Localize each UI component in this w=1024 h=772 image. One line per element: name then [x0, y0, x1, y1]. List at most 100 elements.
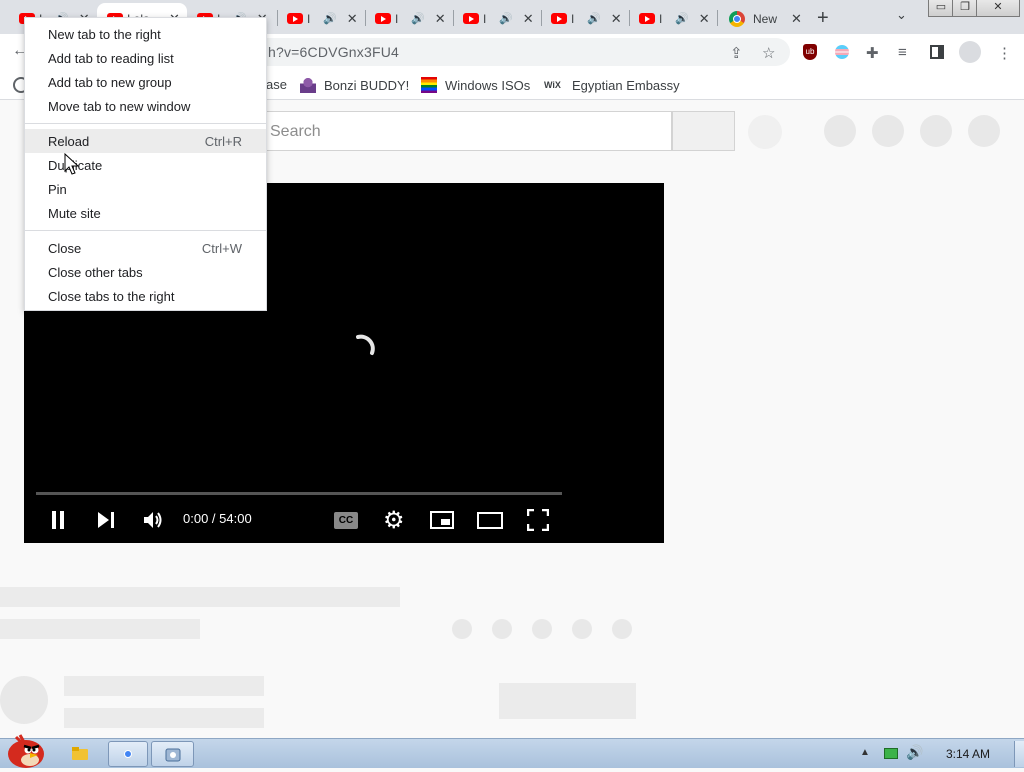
captions-icon[interactable]: CC	[334, 512, 358, 529]
next-video-icon[interactable]	[96, 510, 116, 530]
taskbar: ▲ 🔊 3:14 AM	[0, 734, 1024, 768]
menu-item-close-others[interactable]: Close other tabs	[25, 260, 266, 284]
tab-8[interactable]: I 🔊 ✕	[629, 3, 717, 34]
tab-context-menu: New tab to the right Add tab to reading …	[24, 17, 267, 311]
colorful-extension-icon[interactable]	[835, 45, 849, 59]
tab-5[interactable]: I 🔊 ✕	[365, 3, 453, 34]
tab-title: I	[307, 11, 311, 26]
subscribe-placeholder	[499, 683, 636, 719]
settings-gear-icon[interactable]: ⚙	[383, 506, 405, 535]
youtube-icon	[551, 13, 567, 24]
volume-tray-icon[interactable]: 🔊	[906, 744, 923, 761]
menu-icon[interactable]: ⋮	[997, 44, 1012, 62]
tab-title: I	[659, 11, 663, 26]
show-desktop-button[interactable]	[1014, 741, 1024, 767]
show-hidden-icons-icon[interactable]: ▲	[860, 747, 870, 758]
ublock-icon[interactable]: ub	[803, 44, 817, 60]
theater-mode-icon[interactable]	[477, 512, 503, 529]
address-bar-url[interactable]: h?v=6CDVGnx3FU4	[268, 44, 399, 60]
shortcut-label: Ctrl+W	[201, 241, 242, 256]
rainbow-icon	[421, 77, 437, 93]
close-tab-icon[interactable]: ✕	[435, 11, 446, 27]
tab-7[interactable]: I 🔊 ✕	[541, 3, 629, 34]
bookmark-windows-isos[interactable]: Windows ISOs	[421, 77, 530, 93]
tab-title: I	[483, 11, 487, 26]
tab-title: New	[753, 11, 778, 26]
placeholder-dot	[452, 619, 472, 639]
minimize-button[interactable]: ▭	[928, 0, 954, 17]
restore-button[interactable]: ❐	[952, 0, 978, 17]
miniplayer-icon[interactable]	[430, 511, 454, 529]
close-tab-icon[interactable]: ✕	[347, 11, 358, 27]
tab-title: I	[395, 11, 399, 26]
volume-icon[interactable]	[142, 509, 164, 531]
youtube-icon	[287, 13, 303, 24]
profile-icon[interactable]	[959, 41, 981, 63]
pause-icon[interactable]	[60, 511, 64, 529]
star-icon[interactable]: ☆	[762, 44, 775, 62]
placeholder-dot	[492, 619, 512, 639]
network-icon[interactable]	[884, 748, 898, 759]
video-progress-bar[interactable]	[36, 492, 562, 495]
side-panel-icon[interactable]	[930, 45, 944, 59]
bookmark-label: ase	[266, 77, 287, 92]
angry-bird-icon[interactable]	[2, 731, 48, 769]
bookmark-egyptian-embassy[interactable]: WiX Egyptian Embassy	[544, 77, 680, 93]
youtube-icon	[463, 13, 479, 24]
fullscreen-icon[interactable]	[527, 509, 549, 531]
menu-item-reload[interactable]: Reload Ctrl+R	[25, 129, 266, 153]
bookmark-label: Egyptian Embassy	[572, 77, 680, 93]
mouse-cursor-icon	[64, 153, 80, 175]
chrome-taskbar-button[interactable]	[108, 741, 148, 767]
menu-item-add-to-reading-list[interactable]: Add tab to reading list	[25, 46, 266, 70]
youtube-icon	[639, 13, 655, 24]
search-button[interactable]	[672, 111, 735, 151]
media-icon[interactable]: ≡	[898, 44, 907, 61]
bookmark-item[interactable]: ase	[266, 77, 287, 92]
extensions-icon[interactable]: ✚	[866, 44, 879, 62]
menu-item-close[interactable]: Close Ctrl+W	[25, 236, 266, 260]
tab-divider	[717, 10, 718, 26]
shortcut-label: Ctrl+R	[204, 134, 242, 149]
search-placeholder[interactable]: Search	[270, 123, 321, 141]
menu-item-duplicate[interactable]: Duplicate	[25, 153, 266, 177]
explorer-icon[interactable]	[70, 743, 90, 763]
speaker-icon[interactable]: 🔊	[587, 12, 601, 25]
share-icon[interactable]: ⇪	[730, 44, 743, 62]
tab-search-chevron-icon[interactable]: ⌄	[896, 7, 907, 23]
close-tab-icon[interactable]: ✕	[699, 11, 710, 27]
chrome-icon	[729, 10, 745, 27]
menu-item-new-tab-right[interactable]: New tab to the right	[25, 22, 266, 46]
speaker-icon[interactable]: 🔊	[499, 12, 513, 25]
close-tab-icon[interactable]: ✕	[791, 11, 802, 27]
speaker-icon[interactable]: 🔊	[323, 12, 337, 25]
close-window-button[interactable]: ✕	[976, 0, 1020, 17]
new-tab-button[interactable]: +	[817, 7, 829, 30]
speaker-icon[interactable]: 🔊	[411, 12, 425, 25]
tab-9[interactable]: New ✕	[719, 3, 807, 34]
bookmark-label: Bonzi BUDDY!	[324, 77, 410, 93]
placeholder-dot	[612, 619, 632, 639]
menu-item-add-to-group[interactable]: Add tab to new group	[25, 70, 266, 94]
tab-4[interactable]: I 🔊 ✕	[277, 3, 365, 34]
placeholder-dot	[532, 619, 552, 639]
menu-item-pin[interactable]: Pin	[25, 177, 266, 201]
youtube-icon	[375, 13, 391, 24]
taskbar-clock[interactable]: 3:14 AM	[946, 747, 990, 761]
pause-icon-bar	[52, 511, 56, 529]
menu-item-move-to-window[interactable]: Move tab to new window	[25, 94, 266, 118]
tab-6[interactable]: I 🔊 ✕	[453, 3, 541, 34]
menu-item-close-right[interactable]: Close tabs to the right	[25, 284, 266, 308]
menu-separator	[25, 230, 266, 231]
close-tab-icon[interactable]: ✕	[611, 11, 622, 27]
app-taskbar-button[interactable]	[151, 741, 194, 767]
bookmark-bonzi[interactable]: Bonzi BUDDY!	[300, 77, 409, 93]
close-tab-icon[interactable]: ✕	[523, 11, 534, 27]
speaker-icon[interactable]: 🔊	[675, 12, 689, 25]
mic-placeholder	[748, 115, 782, 149]
subtitle-placeholder	[0, 619, 200, 639]
menu-separator	[25, 123, 266, 124]
tab-title: I	[571, 11, 575, 26]
generic-app-icon	[165, 748, 181, 762]
menu-item-mute-site[interactable]: Mute site	[25, 201, 266, 225]
